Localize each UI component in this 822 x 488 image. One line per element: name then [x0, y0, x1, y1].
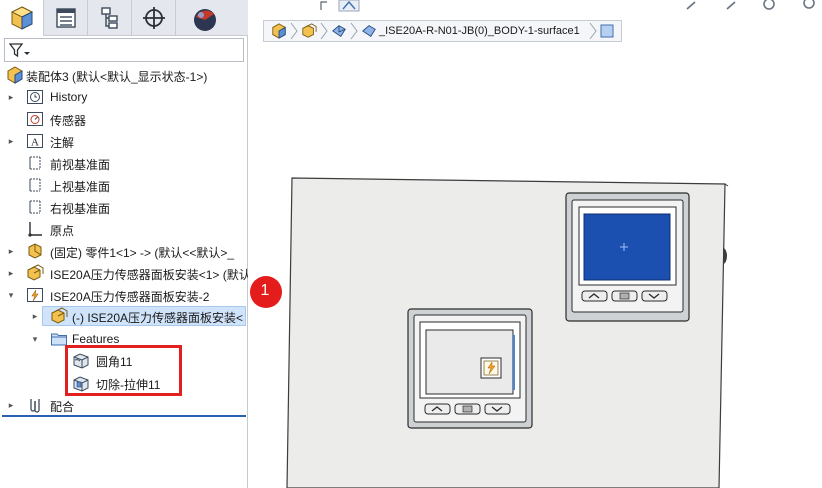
breadcrumb-separator-icon — [350, 22, 358, 40]
mates-icon — [26, 396, 44, 414]
view-orientation-icons[interactable] — [679, 0, 822, 12]
pressure-sensor-unit-lower — [407, 308, 533, 429]
tree-item-part1[interactable]: ▸ (固定) 零件1<1> -> (默认<<默认>_ — [0, 240, 248, 262]
tree-item-label: 原点 — [50, 224, 75, 238]
tree-item-label: 配合 — [50, 400, 75, 414]
tree-item-label: (-) ISE20A压力传感器面板安装< — [72, 311, 244, 325]
tab-display-manager[interactable] — [176, 0, 248, 36]
appearance-sphere-icon — [194, 9, 216, 31]
breadcrumb-item-body[interactable] — [328, 21, 350, 41]
tree-item-ise20a-2[interactable]: ▾ ISE20A压力传感器面板安装-2 — [0, 284, 248, 306]
assembly-icon — [10, 6, 33, 30]
breadcrumb-item-face[interactable] — [597, 21, 617, 41]
tree-item-history[interactable]: ▸ History — [0, 86, 248, 108]
breadcrumb-item-surface[interactable]: _ISE20A-R-N01-JB(0)_BODY-1-surface1 — [358, 21, 589, 41]
tree-item-mates[interactable]: ▸ 配合 — [0, 394, 248, 416]
face-icon — [600, 24, 614, 38]
virtual-part-icon — [26, 286, 44, 304]
tree-item-label: Features — [72, 332, 120, 346]
annotation-highlight-box — [65, 345, 182, 396]
breadcrumb-separator-icon — [589, 22, 597, 40]
tree-item-label: 上视基准面 — [50, 180, 111, 194]
part-icon — [26, 242, 44, 260]
breadcrumb-item-subassembly[interactable] — [298, 21, 320, 41]
tree-filter[interactable] — [4, 38, 244, 62]
manager-tab-strip — [0, 0, 248, 36]
property-list-icon — [55, 8, 76, 28]
assembly-icon — [272, 23, 286, 39]
step-callout-badge: 1 — [250, 276, 282, 308]
subassembly-icon — [50, 307, 68, 325]
subassembly-icon — [26, 264, 44, 282]
annotation-icon: A — [26, 132, 44, 150]
graphics-area[interactable]: _ISE20A-R-N01-JB(0)_BODY-1-surface1 — [249, 0, 822, 488]
tree-item-label: 注解 — [50, 136, 75, 150]
tab-configuration-manager[interactable] — [88, 0, 132, 36]
heads-up-toolbar-icon[interactable] — [319, 0, 363, 12]
configuration-icon — [100, 7, 118, 29]
tab-property-manager[interactable] — [44, 0, 88, 36]
filter-icon — [9, 43, 30, 58]
tree-item-label: 前视基准面 — [50, 158, 111, 172]
plane-icon — [26, 176, 44, 194]
tree-item-label: 传感器 — [50, 114, 87, 128]
tree-item-origin[interactable]: 原点 — [0, 218, 248, 240]
tree-item-label: ISE20A压力传感器面板安装<1> (默认 — [50, 268, 248, 282]
tree-item-annotations[interactable]: ▸ A 注解 — [0, 130, 248, 152]
surface-icon — [362, 25, 376, 37]
assembly-icon — [6, 66, 24, 84]
tab-dimxpert-manager[interactable] — [132, 0, 176, 36]
rollback-bar[interactable] — [2, 415, 246, 417]
crosshair-icon — [142, 7, 165, 29]
solidworks-window: 装配体3 (默认<默认_显示状态-1>) ▸ History 传感器 ▸ A 注… — [0, 0, 822, 488]
plane-icon — [26, 198, 44, 216]
callout-number: 1 — [260, 282, 270, 299]
tree-item-right-plane[interactable]: 右视基准面 — [0, 196, 248, 218]
sensor-icon — [26, 110, 44, 128]
tree-item-label: History — [50, 90, 88, 104]
tree-item-label: ISE20A压力传感器面板安装-2 — [50, 290, 210, 304]
feature-manager-panel: 装配体3 (默认<默认_显示状态-1>) ▸ History 传感器 ▸ A 注… — [0, 0, 248, 488]
breadcrumb: _ISE20A-R-N01-JB(0)_BODY-1-surface1 — [263, 20, 622, 42]
subassembly-icon — [302, 23, 317, 38]
tree-item-front-plane[interactable]: 前视基准面 — [0, 152, 248, 174]
tree-item-label: 右视基准面 — [50, 202, 111, 216]
chevron-down-icon[interactable]: ▾ — [6, 290, 16, 300]
breadcrumb-separator-icon — [290, 22, 298, 40]
tree-item-label: (固定) 零件1<1> -> (默认<<默认>_ — [50, 246, 235, 260]
tree-item-sensors[interactable]: 传感器 — [0, 108, 248, 130]
chevron-right-icon[interactable]: ▸ — [6, 268, 16, 278]
plane-icon — [26, 154, 44, 172]
tree-root[interactable]: 装配体3 (默认<默认_显示状态-1>) — [0, 64, 248, 86]
tree-item-ise20a-sub[interactable]: ▸ (-) ISE20A压力传感器面板安装< — [0, 305, 248, 327]
chevron-right-icon[interactable]: ▸ — [6, 136, 16, 146]
tree-root-label: 装配体3 (默认<默认_显示状态-1>) — [26, 70, 208, 84]
chevron-right-icon[interactable]: ▸ — [30, 311, 40, 321]
tree-item-top-plane[interactable]: 上视基准面 — [0, 174, 248, 196]
svg-text:A: A — [31, 137, 39, 149]
chevron-down-icon[interactable]: ▾ — [30, 334, 40, 344]
chevron-right-icon[interactable]: ▸ — [6, 92, 16, 102]
3d-model-view[interactable] — [249, 0, 822, 488]
tree-item-ise20a-1[interactable]: ▸ ISE20A压力传感器面板安装<1> (默认 — [0, 262, 248, 284]
history-icon — [26, 88, 44, 106]
chevron-right-icon[interactable]: ▸ — [6, 246, 16, 256]
solid-body-icon — [332, 25, 346, 37]
origin-icon — [26, 220, 44, 238]
breadcrumb-separator-icon — [320, 22, 328, 40]
pressure-sensor-unit-upper — [565, 192, 690, 322]
breadcrumb-item-assembly[interactable] — [268, 21, 290, 41]
chevron-right-icon[interactable]: ▸ — [6, 400, 16, 410]
tab-feature-manager[interactable] — [0, 0, 44, 36]
breadcrumb-path-text: _ISE20A-R-N01-JB(0)_BODY-1-surface1 — [379, 25, 580, 37]
